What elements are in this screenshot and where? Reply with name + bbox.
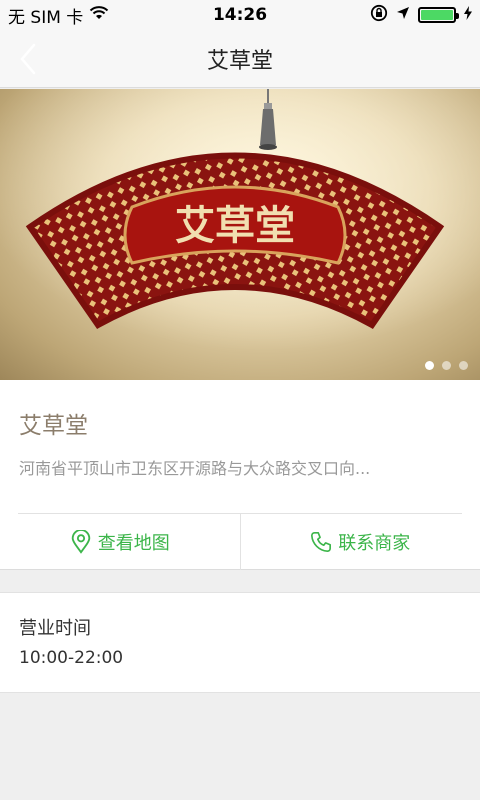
rotation-lock-icon (370, 4, 388, 27)
status-right (370, 4, 472, 27)
carousel-dot[interactable] (425, 361, 434, 370)
chevron-left-icon (20, 43, 36, 75)
view-map-button[interactable]: 查看地图 (0, 514, 240, 570)
business-hours-card: 营业时间 10:00-22:00 (0, 592, 480, 693)
shop-address[interactable]: 河南省平顶山市卫东区开源路与大众路交叉口向... (19, 455, 459, 479)
view-map-label: 查看地图 (97, 533, 170, 554)
back-button[interactable] (10, 40, 46, 78)
contact-merchant-button[interactable]: 联系商家 (239, 514, 480, 570)
banner-image: 艾草堂 (0, 89, 480, 380)
battery-icon (418, 7, 459, 23)
shop-info-card: 艾草堂 河南省平顶山市卫东区开源路与大众路交叉口向... 查看地图 联系商家 (0, 380, 480, 570)
business-hours-value: 10:00-22:00 (19, 648, 124, 668)
charging-icon (464, 5, 472, 25)
carousel-dot[interactable] (459, 361, 468, 370)
banner-sign-text: 艾草堂 (175, 203, 295, 248)
battery-fill (421, 10, 453, 20)
carrier-label: 无 SIM 卡 (8, 7, 84, 28)
action-bar: 查看地图 联系商家 (0, 514, 480, 570)
contact-merchant-label: 联系商家 (338, 533, 411, 554)
map-pin-icon (71, 530, 90, 554)
wifi-icon (89, 5, 109, 26)
carousel-dots (425, 361, 468, 370)
location-arrow-icon (396, 5, 410, 25)
business-hours-label: 营业时间 (19, 618, 91, 639)
status-bar: 无 SIM 卡 14:26 (0, 0, 480, 30)
banner-carousel[interactable]: 艾草堂 (0, 89, 480, 380)
phone-icon (311, 532, 332, 552)
status-left: 无 SIM 卡 (8, 3, 109, 28)
shop-name: 艾草堂 (19, 413, 88, 439)
page-title: 艾草堂 (206, 48, 273, 74)
carousel-dot[interactable] (442, 361, 451, 370)
nav-bar: 艾草堂 (0, 30, 480, 88)
